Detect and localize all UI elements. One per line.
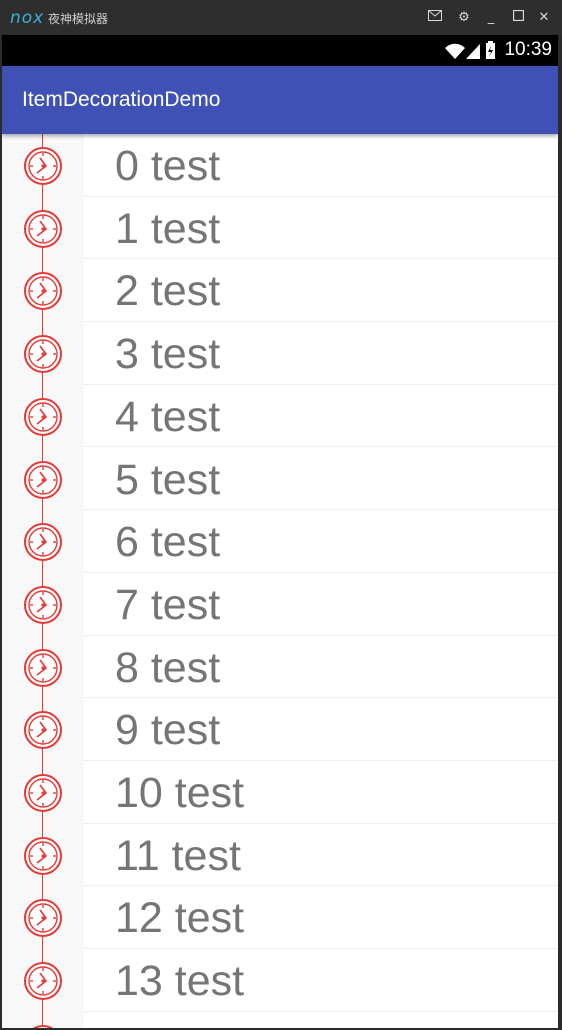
list-item[interactable]: 6 test xyxy=(2,510,558,573)
clock-icon xyxy=(23,209,63,249)
nox-logo: nox xyxy=(10,8,45,28)
list-item[interactable]: 12 test xyxy=(2,886,558,950)
wifi-icon xyxy=(445,43,465,59)
list-item[interactable]: 13 test xyxy=(2,949,558,1012)
list-item-label: 8 test xyxy=(115,643,221,692)
list-item-label: 10 test xyxy=(115,769,245,817)
clock-icon xyxy=(23,585,63,625)
status-time: 10:39 xyxy=(504,39,552,60)
list-item[interactable]: 9 test xyxy=(2,698,558,761)
list-item-label: 3 test xyxy=(115,330,221,379)
list-item[interactable]: 7 test xyxy=(2,573,558,636)
clock-icon xyxy=(23,836,63,876)
list-item-label: 5 test xyxy=(115,455,221,504)
list-item[interactable]: 10 test xyxy=(2,761,558,824)
list-item[interactable]: 2 test xyxy=(2,259,558,323)
app-title: ItemDecorationDemo xyxy=(22,88,221,111)
item-list[interactable]: 0 test 1 test 2 test 3 test 4 test 5 tes… xyxy=(2,134,558,1028)
signal-icon xyxy=(466,44,480,59)
status-bar: 10:39 xyxy=(2,35,558,66)
list-item-label: 7 test xyxy=(115,580,221,629)
list-item-label: 12 test xyxy=(115,894,245,943)
list-item[interactable]: 11 test xyxy=(2,824,558,887)
list-item-label: 2 test xyxy=(115,267,221,316)
clock-icon xyxy=(23,271,63,311)
list-item[interactable]: 5 test xyxy=(2,448,558,511)
list-item-label: 9 test xyxy=(115,706,221,755)
list-item[interactable]: 8 test xyxy=(2,636,558,699)
clock-icon xyxy=(23,961,63,1001)
settings-icon[interactable]: ⚙ xyxy=(455,9,473,27)
clock-icon xyxy=(23,710,63,750)
status-icons xyxy=(444,41,498,66)
clock-icon xyxy=(23,898,63,938)
list-item-label: 0 test xyxy=(115,142,221,190)
window-title: 夜神模拟器 xyxy=(48,12,109,26)
maximize-icon[interactable] xyxy=(509,9,527,27)
clock-icon xyxy=(23,146,63,186)
list-item[interactable]: 1 test xyxy=(2,197,558,260)
app-bar: ItemDecorationDemo xyxy=(2,66,558,134)
list-item[interactable]: 4 test xyxy=(2,385,558,448)
clock-icon xyxy=(23,773,63,813)
list-item[interactable]: 0 test xyxy=(2,134,558,197)
list-item-label: 6 test xyxy=(115,518,221,567)
emulator-titlebar: nox 夜神模拟器 ⚙ _ ✕ xyxy=(0,0,562,35)
row-divider xyxy=(84,1010,558,1012)
clock-icon xyxy=(23,460,63,500)
minimize-icon[interactable]: _ xyxy=(482,9,500,27)
list-item[interactable]: 3 test xyxy=(2,322,558,385)
battery-icon xyxy=(486,41,495,59)
clock-icon xyxy=(23,522,63,562)
list-item-label: 1 test xyxy=(115,204,221,253)
clock-icon xyxy=(23,397,63,437)
close-icon[interactable]: ✕ xyxy=(535,9,553,27)
clock-icon xyxy=(23,334,63,374)
list-item-label: 4 test xyxy=(115,392,221,441)
phone-screen: 10:39 ItemDecorationDemo 0 test 1 test 2… xyxy=(2,35,558,1028)
clock-icon xyxy=(23,648,63,688)
list-item-label: 11 test xyxy=(115,831,241,880)
clock-icon xyxy=(23,1024,63,1028)
mail-icon[interactable] xyxy=(426,9,444,27)
list-item-label: 13 test xyxy=(115,957,245,1006)
